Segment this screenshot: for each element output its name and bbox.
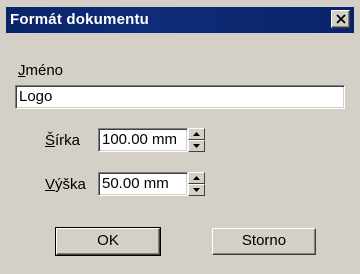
height-spinner[interactable] xyxy=(188,172,205,196)
width-input[interactable]: 100.00 mm xyxy=(98,128,188,152)
title-bar[interactable]: Formát dokumentu xyxy=(6,7,354,33)
arrow-up-icon xyxy=(193,132,200,136)
ok-button[interactable]: OK xyxy=(55,227,161,256)
close-icon xyxy=(336,14,346,24)
arrow-down-icon xyxy=(193,188,200,192)
width-spin-down[interactable] xyxy=(188,140,205,152)
height-label: Výška xyxy=(45,176,86,193)
width-spinner[interactable] xyxy=(188,128,205,152)
arrow-up-icon xyxy=(193,176,200,180)
width-spin-up[interactable] xyxy=(188,128,205,140)
close-button[interactable] xyxy=(331,10,350,28)
height-input[interactable]: 50.00 mm xyxy=(98,172,188,196)
height-spin-up[interactable] xyxy=(188,172,205,184)
document-format-dialog: Formát dokumentu Jméno Logo Šírka 100.00… xyxy=(0,0,360,274)
dialog-title: Formát dokumentu xyxy=(10,11,150,28)
cancel-button[interactable]: Storno xyxy=(212,228,316,255)
name-label: Jméno xyxy=(18,62,64,79)
height-spin-down[interactable] xyxy=(188,184,205,196)
width-label: Šírka xyxy=(45,132,81,149)
name-input[interactable]: Logo xyxy=(15,85,345,109)
arrow-down-icon xyxy=(193,144,200,148)
